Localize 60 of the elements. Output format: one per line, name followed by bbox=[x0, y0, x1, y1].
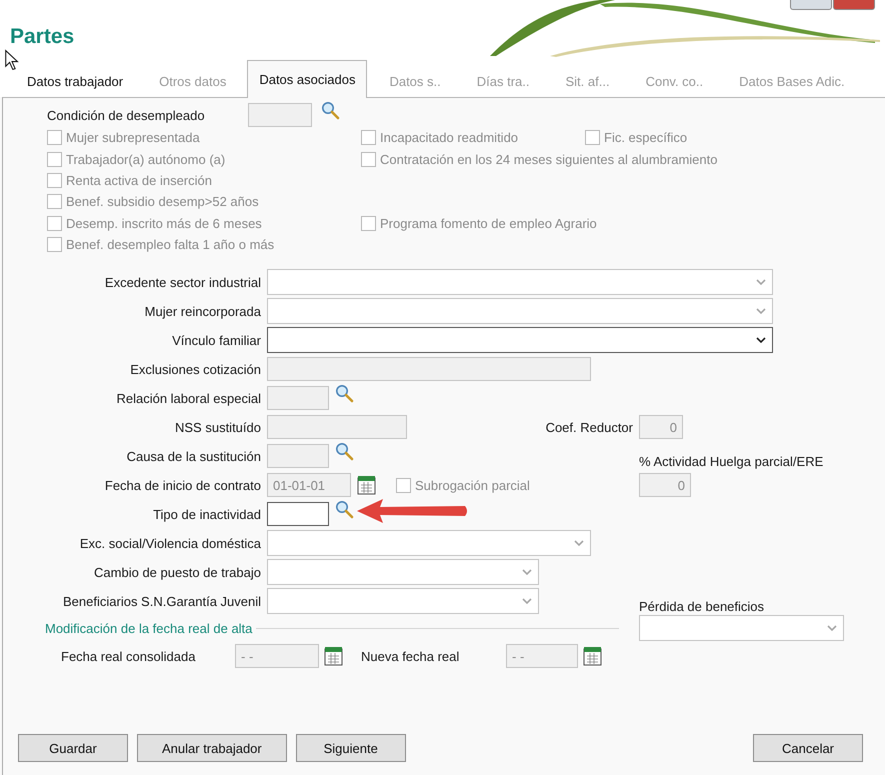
chevron-down-icon bbox=[574, 540, 584, 546]
checkbox-label: Subrogación parcial bbox=[415, 478, 530, 493]
close-button[interactable] bbox=[833, 0, 875, 10]
action-button[interactable]: Guardar bbox=[18, 734, 128, 762]
field-label: Coef. Reductor bbox=[546, 420, 633, 435]
field-label: % Actividad Huelga parcial/ERE bbox=[639, 454, 824, 470]
action-button[interactable]: Anular trabajador bbox=[137, 734, 287, 762]
field-label: Excedente sector industrial bbox=[104, 274, 261, 290]
search-icon[interactable] bbox=[335, 500, 354, 520]
field-label: Tipo de inactividad bbox=[153, 506, 261, 522]
field-label: Nueva fecha real bbox=[361, 648, 460, 664]
action-button[interactable]: Siguiente bbox=[296, 734, 406, 762]
checkbox-label: Contratación en los 24 meses siguientes al alumbramiento bbox=[380, 152, 718, 167]
window-button[interactable] bbox=[790, 0, 832, 10]
field-label: Fecha de inicio de contrato bbox=[104, 478, 261, 493]
checkbox-label: Fic. específico bbox=[604, 130, 688, 146]
calendar-icon[interactable] bbox=[357, 475, 376, 496]
search-icon[interactable] bbox=[321, 100, 340, 120]
field-label: Causa de la sustitución bbox=[126, 448, 261, 464]
checkbox-label: Benef. subsidio desemp>52 años bbox=[66, 194, 259, 210]
field-label: NSS sustituído bbox=[175, 420, 261, 435]
calendar-icon[interactable] bbox=[324, 646, 343, 666]
date-field[interactable]: - - bbox=[506, 644, 578, 668]
page-title: Partes bbox=[9, 24, 74, 50]
field-label: Exc. social/Violencia doméstica bbox=[80, 536, 261, 551]
checkbox-label: Benef. desempleo falta 1 año o más bbox=[66, 237, 274, 252]
field-label: Vínculo familiar bbox=[172, 332, 261, 348]
field-label: Cambio de puesto de trabajo bbox=[94, 564, 261, 580]
cancel-button[interactable]: Cancelar bbox=[753, 734, 863, 762]
number-field[interactable]: 0 bbox=[639, 473, 691, 498]
field-label: Fecha real consolidada bbox=[61, 648, 196, 664]
checkbox-label: Incapacitado readmitido bbox=[380, 130, 518, 146]
date-field[interactable]: - - bbox=[235, 644, 319, 668]
chevron-down-icon bbox=[756, 308, 766, 314]
tab[interactable]: Datos asociados bbox=[247, 60, 368, 98]
calendar-icon[interactable] bbox=[583, 646, 602, 666]
section-heading: Modificación de la fecha real de alta bbox=[45, 620, 252, 636]
field-label: Beneficiarios S.N.Garantía Juvenil bbox=[63, 594, 261, 609]
tab[interactable]: Datos trabajador bbox=[15, 64, 136, 97]
search-icon[interactable] bbox=[335, 442, 354, 462]
field-label: Exclusiones cotización bbox=[130, 362, 261, 377]
checkbox-label: Mujer subrepresentada bbox=[66, 130, 200, 146]
dropdown-field[interactable] bbox=[267, 327, 773, 354]
field-label: Relación laboral especial bbox=[116, 390, 261, 406]
field-label: Mujer reincorporada bbox=[144, 304, 261, 319]
field-label: Pérdida de beneficios bbox=[639, 599, 766, 614]
cursor-icon bbox=[4, 49, 20, 71]
chevron-down-icon bbox=[522, 569, 532, 576]
chevron-down-icon bbox=[756, 337, 766, 344]
checkbox-label: Renta activa de inserción bbox=[66, 172, 212, 188]
search-icon[interactable] bbox=[335, 384, 354, 404]
chevron-down-icon bbox=[522, 598, 532, 604]
number-field[interactable]: 0 bbox=[639, 415, 683, 440]
checkbox-label: Desemp. inscrito más de 6 meses bbox=[66, 216, 262, 231]
checkbox-label: Programa fomento de empleo Agrario bbox=[380, 216, 597, 231]
field-label: Condición de desempleado bbox=[47, 108, 206, 122]
chevron-down-icon bbox=[827, 625, 837, 632]
chevron-down-icon bbox=[756, 279, 766, 286]
text-field[interactable] bbox=[267, 502, 329, 526]
checkbox-label: Trabajador(a) autónomo (a) bbox=[66, 152, 226, 167]
